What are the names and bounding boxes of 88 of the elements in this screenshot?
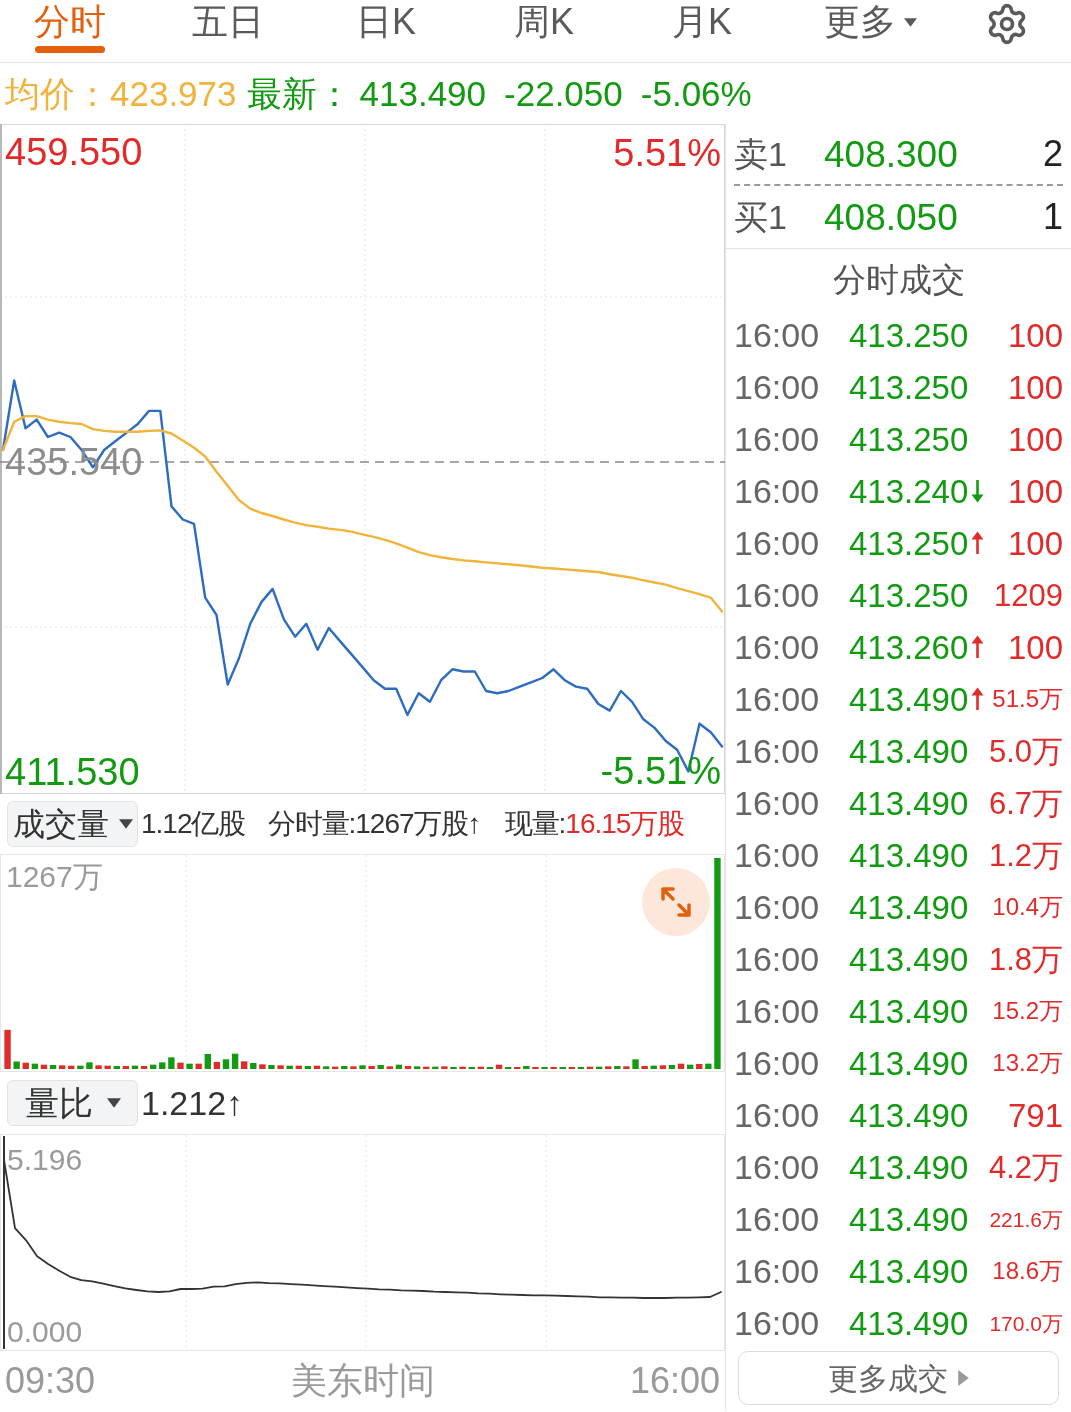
- trade-price: 413.490: [849, 682, 970, 716]
- axis-label: 1267万: [6, 861, 103, 893]
- trade-volume: 791: [1007, 1098, 1063, 1132]
- volume-ratio-value: 1.212↑: [141, 1086, 244, 1120]
- total-volume: 1.12亿股: [141, 810, 246, 838]
- trade-volume: 18.6万: [992, 1259, 1063, 1283]
- trade-time: 16:00: [734, 1306, 821, 1340]
- trade-price: 413.250: [849, 422, 970, 456]
- trade-price: 413.250: [849, 370, 970, 404]
- trade-price: 413.250: [849, 578, 970, 612]
- trade-volume: 1.2万: [988, 839, 1063, 871]
- current-volume-label: 现量:: [504, 810, 566, 838]
- section-title: 分时成交: [832, 262, 965, 296]
- trade-price: 413.490: [849, 994, 970, 1028]
- trade-volume: 4.2万: [988, 1151, 1063, 1183]
- current-volume-value: 16.15万股: [565, 810, 685, 838]
- trade-time: 16:00: [734, 838, 821, 872]
- minute-volume: 分时量:1267万股↑: [267, 810, 481, 838]
- percent-change: -5.06%: [640, 76, 752, 111]
- trade-price: 413.490: [849, 1254, 970, 1288]
- average-price-value: 423.973: [110, 76, 237, 111]
- trade-volume: 100: [1007, 370, 1063, 404]
- trade-time: 16:00: [734, 1098, 821, 1132]
- trade-time: 16:00: [734, 578, 821, 612]
- trade-time: 16:00: [734, 1046, 821, 1080]
- trade-volume: 100: [1007, 318, 1063, 352]
- order-volume: 2: [1042, 136, 1063, 172]
- trade-price: 413.490: [849, 838, 970, 872]
- trade-time: 16:00: [734, 786, 821, 820]
- trade-volume: 1.8万: [988, 943, 1063, 975]
- price-change: -22.050: [504, 76, 623, 111]
- trade-volume: 100: [1007, 474, 1063, 508]
- trade-time: 16:00: [734, 1202, 821, 1236]
- order-price: 408.300: [824, 135, 958, 173]
- trade-price: 413.260: [849, 630, 970, 664]
- trade-time: 16:00: [734, 630, 821, 664]
- trade-volume: 100: [1007, 526, 1063, 560]
- time-axis-label: 美东时间: [290, 1363, 435, 1399]
- axis-label: 0.000: [7, 1316, 83, 1349]
- trade-price: 413.490: [849, 786, 970, 820]
- trade-volume: 10.4万: [992, 895, 1063, 919]
- time-axis-label: 16:00: [629, 1363, 720, 1399]
- trade-price: 413.490: [849, 1202, 970, 1236]
- trade-volume: 221.6万: [989, 1208, 1063, 1230]
- price-axis-label: 411.530: [5, 751, 140, 792]
- order-level-label: 卖1: [734, 137, 788, 171]
- price-axis-label: 459.550: [5, 132, 143, 173]
- trade-time: 16:00: [734, 1254, 821, 1288]
- trade-volume: 100: [1007, 630, 1063, 664]
- order-level-label: 买1: [734, 200, 788, 234]
- trade-time: 16:00: [734, 422, 821, 456]
- trade-time: 16:00: [734, 1150, 821, 1184]
- trade-volume: 13.2万: [992, 1051, 1063, 1075]
- trade-price: 413.250: [849, 318, 970, 352]
- trade-time: 16:00: [734, 474, 821, 508]
- trade-volume: 5.0万: [988, 735, 1063, 767]
- order-price: 408.050: [824, 198, 958, 236]
- order-volume: 1: [1042, 199, 1063, 235]
- trade-price: 413.490: [849, 1046, 970, 1080]
- trade-price: 413.490: [849, 890, 970, 924]
- trade-volume: 51.5万: [992, 687, 1063, 711]
- trade-price: 413.490: [849, 1306, 970, 1340]
- trade-time: 16:00: [734, 318, 821, 352]
- trade-price: 413.490: [849, 1098, 970, 1132]
- trade-time: 16:00: [734, 734, 821, 768]
- trade-time: 16:00: [734, 682, 821, 716]
- trade-price: 413.240: [849, 474, 970, 508]
- trade-volume: 15.2万: [992, 999, 1063, 1023]
- trade-time: 16:00: [734, 370, 821, 404]
- trade-time: 16:00: [734, 942, 821, 976]
- trade-time: 16:00: [734, 526, 821, 560]
- trade-volume: 100: [1007, 422, 1063, 456]
- trade-price: 413.490: [849, 942, 970, 976]
- trade-time: 16:00: [734, 890, 821, 924]
- percent-axis-label: 5.51%: [613, 133, 721, 173]
- axis-label: 5.196: [7, 1143, 83, 1176]
- time-axis-label: 09:30: [5, 1363, 96, 1399]
- trade-volume: 170.0万: [989, 1312, 1063, 1334]
- latest-price-value: 413.490: [359, 76, 487, 111]
- trade-price: 413.490: [849, 1150, 970, 1184]
- trade-volume: 1209: [994, 579, 1063, 611]
- average-price-label: 均价：: [5, 76, 110, 111]
- trade-volume: 6.7万: [988, 787, 1063, 819]
- percent-axis-label: -5.51%: [600, 751, 721, 791]
- latest-price-label: 最新：: [246, 76, 352, 111]
- trade-price: 413.490: [849, 734, 970, 768]
- trade-time: 16:00: [734, 994, 821, 1028]
- trade-price: 413.250: [849, 526, 970, 560]
